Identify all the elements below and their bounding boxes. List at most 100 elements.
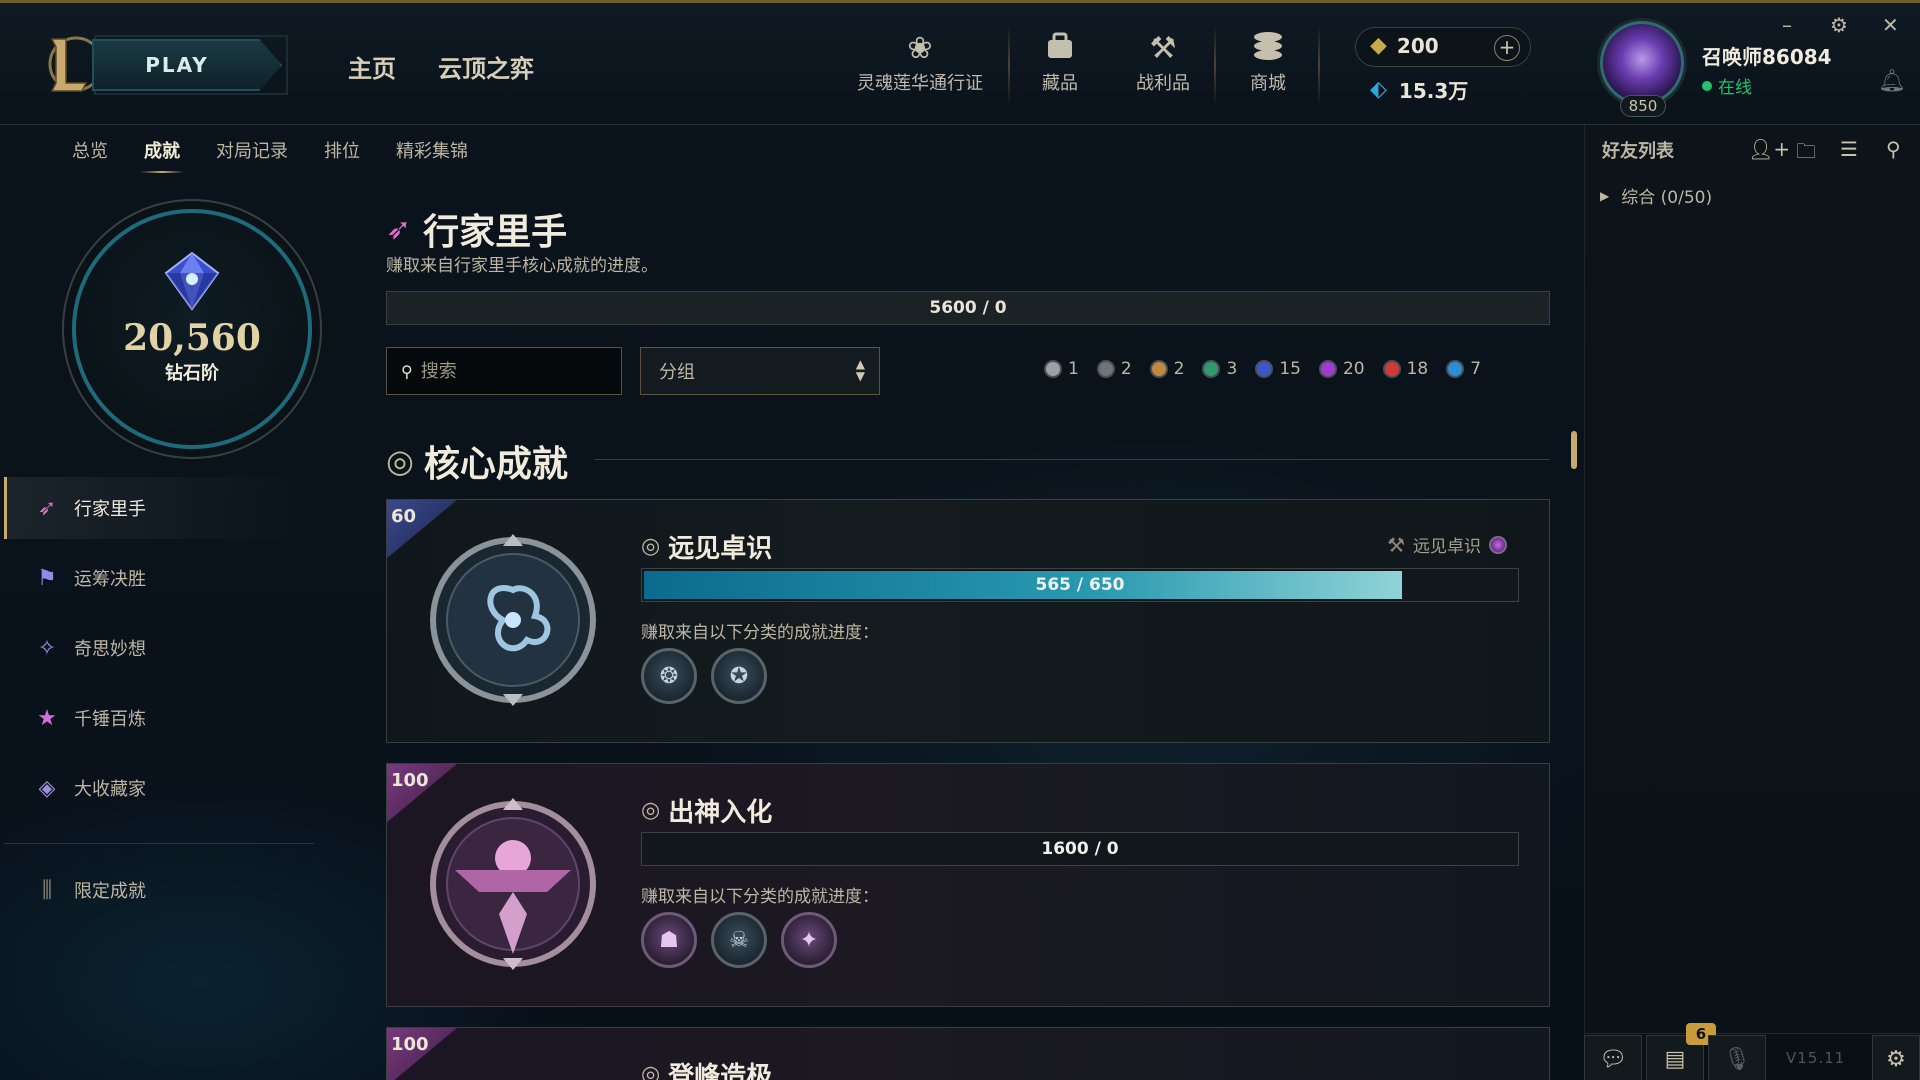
achievement-card[interactable]: 100 ◎ 出神入化 1600 / 0 赚取来自以下分类的成就进度： ☗ ☠ ✦ [386, 763, 1550, 1007]
skull-icon[interactable]: ☠ [711, 912, 767, 968]
tier-gem-icon [1096, 360, 1115, 378]
tier-count-master[interactable]: 18 [1382, 359, 1428, 379]
spirit-icon[interactable]: ✦ [781, 912, 837, 968]
sidebar-item-expertise[interactable]: ➶ 行家里手 [4, 477, 314, 539]
tier-gem-icon [1446, 360, 1465, 378]
sidebar-item-label: 奇思妙想 [74, 639, 146, 660]
settings-gear-icon[interactable]: ⚙ [1872, 1035, 1920, 1080]
battle-pass-button[interactable]: ❀ 灵魂莲华通行证 [850, 29, 990, 99]
collection-button[interactable]: 藏品 [1030, 29, 1090, 99]
search-icon: ⚲ [401, 361, 413, 381]
lotus-icon: ❀ [907, 31, 933, 66]
add-friend-icon[interactable]: 👤︎+ [1748, 137, 1790, 161]
sidebar-item-label: 千锤百炼 [74, 709, 146, 730]
summoner-name[interactable]: 召唤师86084 [1702, 41, 1832, 70]
banner-icon: ⚑ [37, 565, 57, 591]
rank-tier-label: 钻石阶 [165, 363, 219, 384]
close-icon[interactable]: ✕ [1882, 13, 1899, 37]
bell-icon[interactable]: 🔔︎ [1878, 69, 1906, 94]
tier-count-iron[interactable]: 1 [1044, 359, 1079, 379]
sun-dagger-emblem-icon [427, 794, 599, 978]
tab-highlights[interactable]: 精彩集锦 [396, 137, 468, 163]
buy-rp-button[interactable]: + [1494, 35, 1520, 61]
sidebar-item-collector[interactable]: ◈ 大收藏家 [4, 757, 314, 819]
tier-gem-icon [1044, 360, 1062, 378]
sidebar-item-imagination[interactable]: ✧ 奇思妙想 [4, 617, 314, 679]
group-dropdown[interactable]: 分组 ▲ ▼ [640, 347, 880, 395]
online-status[interactable]: 在线 [1702, 73, 1752, 98]
microphone-icon[interactable]: 🎙︎ [1708, 1035, 1766, 1080]
tier-count: 7 [1470, 359, 1482, 379]
store-label: 商城 [1250, 73, 1286, 94]
chat-icon[interactable]: 💬︎ [1584, 1035, 1642, 1080]
achievement-card[interactable]: 60 ◎ 远见卓识 ⚒ 远见卓识 565 / 650 赚取来自以下分类的成就进度… [386, 499, 1550, 743]
tier-count-platinum[interactable]: 15 [1255, 359, 1301, 379]
tier-count: 3 [1226, 359, 1238, 379]
sidebar-item-label: 大收藏家 [74, 779, 146, 800]
sidebar-item-label: 行家里手 [74, 499, 146, 520]
nav-tft[interactable]: 云顶之弈 [438, 49, 534, 84]
add-folder-icon[interactable]: 🗀︎ [1796, 137, 1816, 171]
sub-category-list: ☗ ☠ ✦ [641, 912, 837, 968]
tier-count: 1 [1068, 359, 1079, 379]
play-button[interactable]: PLAY [92, 39, 282, 91]
tab-achievements[interactable]: 成就 [140, 137, 184, 173]
lookout-icon[interactable]: ✪ [711, 648, 767, 704]
search-field[interactable]: ⚲ [386, 347, 622, 395]
sidebar-item-strategy[interactable]: ⚑ 运筹决胜 [4, 547, 314, 609]
achievement-title: ◎ 出神入化 [641, 792, 772, 829]
vision-ward-icon[interactable]: ❂ [641, 648, 697, 704]
achievement-card[interactable]: 100 ◎ 登峰造极 [386, 1027, 1550, 1080]
tab-match-history[interactable]: 对局记录 [216, 137, 288, 163]
gear-icon[interactable]: ⚙ [1830, 13, 1848, 37]
sidebar-item-veterancy[interactable]: ★ 千锤百炼 [4, 687, 314, 749]
store-button[interactable]: 商城 [1238, 29, 1298, 99]
tier-count: 2 [1120, 359, 1132, 379]
tab-overview[interactable]: 总览 [72, 137, 108, 163]
friend-group-general[interactable]: ▶ 综合 (0/50) [1600, 183, 1712, 208]
be-balance[interactable]: ⬖ 15.3万 [1370, 75, 1468, 104]
tier-count-list: 1 2 2 3 15 20 18 7 [1044, 359, 1481, 379]
stack-icon: ◈ [38, 775, 56, 801]
achievement-title-text: 登峰造极 [668, 1062, 773, 1080]
tier-gem-icon [1202, 360, 1221, 378]
feather-icon: ➶ [386, 211, 412, 247]
profile-avatar[interactable]: 850 [1596, 17, 1688, 117]
blue-essence-icon: ⬖ [1370, 77, 1387, 102]
tier-gem-icon [1255, 360, 1274, 378]
tier-count-bronze[interactable]: 2 [1096, 359, 1132, 379]
minimize-icon[interactable]: – [1782, 13, 1792, 37]
reward-title[interactable]: ⚒ 远见卓识 [1387, 532, 1507, 557]
search-input[interactable] [420, 360, 611, 382]
friend-group-label: 综合 (0/50) [1621, 188, 1713, 208]
core-target-icon: ◎ [386, 442, 414, 480]
search-icon[interactable]: ⚲ [1886, 137, 1901, 161]
achievement-title: ◎ 远见卓识 [641, 528, 772, 565]
list-view-icon[interactable]: ☰ [1840, 137, 1858, 161]
nav-home[interactable]: 主页 [348, 49, 396, 84]
sidebar-item-limited[interactable]: ⫼ 限定成就 [4, 859, 314, 921]
tier-count-silver[interactable]: 2 [1149, 359, 1184, 379]
tab-ranked[interactable]: 排位 [324, 137, 360, 163]
star-icon: ★ [37, 705, 57, 731]
avatar [1600, 21, 1684, 105]
sub-category-list: ❂ ✪ [641, 648, 767, 704]
sidebar-divider [4, 843, 314, 844]
section-title: ◎ 核心成就 [386, 435, 568, 487]
section-divider [594, 459, 1550, 460]
reward-tier-icon [1489, 535, 1507, 554]
group-dropdown-label: 分组 [659, 362, 695, 383]
scrollbar-thumb[interactable] [1571, 431, 1577, 469]
tier-count-gold[interactable]: 3 [1202, 359, 1237, 379]
star-swirl-icon: ✧ [37, 635, 57, 661]
legacy-icon: ⫼ [41, 877, 53, 903]
rp-balance[interactable]: ◆ 200 [1370, 33, 1439, 58]
loot-button[interactable]: ⚒ 战利品 [1132, 29, 1194, 99]
champion-mastery-icon[interactable]: ☗ [641, 912, 697, 968]
loot-label: 战利品 [1136, 73, 1190, 94]
tier-count-diamond[interactable]: 20 [1318, 359, 1365, 379]
tier-count-challenger[interactable]: 7 [1446, 359, 1481, 379]
level-badge-number: 100 [391, 770, 429, 791]
status-label: 在线 [1718, 78, 1752, 98]
status-dot [1702, 80, 1712, 91]
